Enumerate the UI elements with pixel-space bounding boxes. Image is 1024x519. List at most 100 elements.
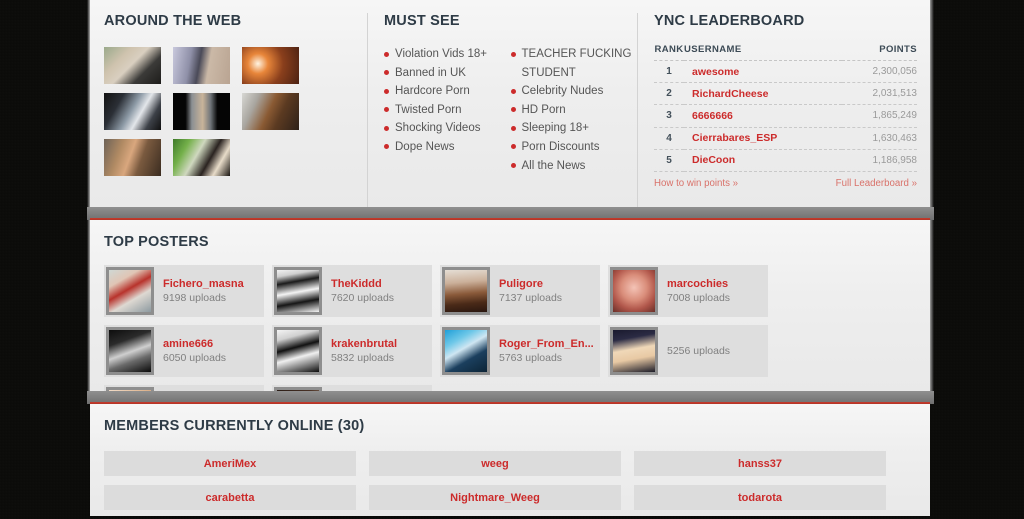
leaderboard-rank: 2 bbox=[654, 82, 684, 106]
panel-separator bbox=[87, 391, 934, 404]
leaderboard-footer-links: How to win points » Full Leaderboard » bbox=[654, 178, 917, 189]
table-row[interactable]: 5 DieCoon 1,186,958 bbox=[654, 149, 917, 172]
thumbnail-3[interactable] bbox=[242, 47, 299, 84]
poster-uploads: 7137 uploads bbox=[499, 291, 563, 304]
content-column: AROUND THE WEB MUST SEE Violation Vids 1… bbox=[87, 0, 934, 519]
avatar[interactable] bbox=[610, 327, 658, 375]
list-item[interactable]: TheKiddd 7620 uploads bbox=[272, 265, 432, 317]
full-leaderboard-link[interactable]: Full Leaderboard » bbox=[836, 178, 917, 189]
must-see-item[interactable]: Twisted Porn bbox=[384, 101, 511, 120]
list-item[interactable]: weeg bbox=[369, 451, 621, 476]
thumbnail-6[interactable] bbox=[242, 93, 299, 130]
avatar[interactable] bbox=[106, 327, 154, 375]
must-see-item[interactable]: TEACHER FUCKING bbox=[510, 45, 638, 64]
list-item[interactable]: Roger_From_En... 5763 uploads bbox=[440, 325, 600, 377]
must-see-item[interactable]: HD Porn bbox=[510, 101, 638, 120]
poster-username[interactable]: krakenbrutal bbox=[331, 337, 397, 351]
must-see-item[interactable]: All the News bbox=[510, 157, 638, 176]
poster-uploads: 6050 uploads bbox=[163, 351, 227, 364]
leaderboard-points: 1,630,463 bbox=[841, 127, 917, 150]
top-posters-title: TOP POSTERS bbox=[104, 234, 209, 250]
leaderboard-username[interactable]: RichardCheese bbox=[684, 82, 842, 106]
leaderboard-points: 1,865,249 bbox=[841, 104, 917, 128]
must-see-item[interactable]: Hardcore Porn bbox=[384, 82, 511, 101]
table-row[interactable]: 2 RichardCheese 2,031,513 bbox=[654, 82, 917, 106]
poster-username[interactable]: marcochies bbox=[667, 277, 730, 291]
leaderboard-username[interactable]: awesome bbox=[684, 60, 842, 84]
list-item[interactable]: 5256 uploads bbox=[608, 325, 768, 377]
table-row[interactable]: 4 Cierrabares_ESP 1,630,463 bbox=[654, 127, 917, 150]
thumbnail-1[interactable] bbox=[104, 47, 161, 84]
poster-meta: krakenbrutal 5832 uploads bbox=[322, 337, 397, 366]
list-item[interactable]: hanss37 bbox=[634, 451, 886, 476]
member-username: carabetta bbox=[205, 491, 255, 504]
poster-username[interactable]: TheKiddd bbox=[331, 277, 394, 291]
thumbnail-2[interactable] bbox=[173, 47, 230, 84]
thumbnail-8[interactable] bbox=[173, 139, 230, 176]
list-item[interactable]: Puligore 7137 uploads bbox=[440, 265, 600, 317]
leaderboard-rank: 4 bbox=[654, 127, 684, 150]
member-username: hanss37 bbox=[737, 457, 783, 470]
thumbnail-4[interactable] bbox=[104, 93, 161, 130]
panel-separator bbox=[87, 207, 934, 220]
around-the-web-section: AROUND THE WEB bbox=[90, 13, 367, 207]
thumbnail-5[interactable] bbox=[173, 93, 230, 130]
table-row[interactable]: 3 6666666 1,865,249 bbox=[654, 104, 917, 128]
avatar[interactable] bbox=[274, 327, 322, 375]
panel-around-must-leaderboard: AROUND THE WEB MUST SEE Violation Vids 1… bbox=[87, 0, 934, 207]
list-item[interactable]: Nightmare_Weeg bbox=[369, 485, 621, 510]
must-see-item[interactable]: Violation Vids 18+ bbox=[384, 45, 511, 64]
poster-uploads: 7008 uploads bbox=[667, 291, 731, 304]
list-item[interactable]: AmeriMex bbox=[104, 451, 356, 476]
must-see-item[interactable]: Shocking Videos bbox=[384, 119, 511, 138]
around-the-web-title: AROUND THE WEB bbox=[104, 13, 242, 29]
must-see-item[interactable]: Celebrity Nudes bbox=[510, 82, 638, 101]
avatar[interactable] bbox=[610, 267, 658, 315]
must-see-section: MUST SEE Violation Vids 18+ Banned in UK… bbox=[367, 13, 637, 207]
ync-leaderboard-section: YNC LEADERBOARD RANK USERNAME POINTS 1 a… bbox=[637, 13, 930, 207]
leaderboard-username[interactable]: 6666666 bbox=[684, 104, 842, 128]
must-see-item[interactable]: Porn Discounts bbox=[510, 138, 638, 157]
must-see-item[interactable]: Banned in UK bbox=[384, 64, 511, 83]
leaderboard-header-points: POINTS bbox=[841, 44, 917, 61]
table-row[interactable]: 1 awesome 2,300,056 bbox=[654, 60, 917, 84]
avatar[interactable] bbox=[442, 267, 490, 315]
leaderboard-header-rank: RANK bbox=[654, 44, 684, 61]
panel-members-online: MEMBERS CURRENTLY ONLINE (30) AmeriMex w… bbox=[90, 404, 930, 516]
member-username: Nightmare_Weeg bbox=[450, 491, 540, 504]
avatar[interactable] bbox=[106, 267, 154, 315]
member-username: todarota bbox=[738, 491, 782, 504]
panel-top-posters: TOP POSTERS Fichero_masna 9198 uploads T… bbox=[87, 220, 934, 437]
ync-leaderboard-title: YNC LEADERBOARD bbox=[654, 13, 805, 29]
how-to-win-points-link[interactable]: How to win points » bbox=[654, 178, 738, 189]
leaderboard-rank: 5 bbox=[654, 149, 684, 172]
leaderboard-username[interactable]: DieCoon bbox=[684, 149, 842, 172]
list-item[interactable]: krakenbrutal 5832 uploads bbox=[272, 325, 432, 377]
must-see-item-continuation[interactable]: STUDENT bbox=[511, 64, 638, 83]
poster-username[interactable]: amine666 bbox=[163, 337, 226, 351]
leaderboard-rank: 3 bbox=[654, 104, 684, 128]
must-see-list-left: Violation Vids 18+ Banned in UK Hardcore… bbox=[384, 45, 511, 175]
leaderboard-header-username: USERNAME bbox=[684, 44, 842, 61]
poster-username[interactable]: Fichero_masna bbox=[163, 277, 244, 291]
poster-username[interactable]: Roger_From_En... bbox=[499, 337, 594, 351]
poster-username[interactable]: Puligore bbox=[499, 277, 562, 291]
leaderboard-points: 1,186,958 bbox=[841, 149, 917, 172]
must-see-title: MUST SEE bbox=[384, 13, 460, 29]
avatar[interactable] bbox=[442, 327, 490, 375]
thumbnail-7[interactable] bbox=[104, 139, 161, 176]
list-item[interactable]: marcochies 7008 uploads bbox=[608, 265, 768, 317]
must-see-list-right: TEACHER FUCKING STUDENT Celebrity Nudes … bbox=[510, 45, 638, 176]
leaderboard-username[interactable]: Cierrabares_ESP bbox=[684, 127, 842, 150]
list-item[interactable]: Fichero_masna 9198 uploads bbox=[104, 265, 264, 317]
poster-uploads: 7620 uploads bbox=[331, 291, 395, 304]
poster-uploads: 5832 uploads bbox=[331, 351, 395, 364]
list-item[interactable]: carabetta bbox=[104, 485, 356, 510]
list-item[interactable]: todarota bbox=[634, 485, 886, 510]
must-see-item[interactable]: Sleeping 18+ bbox=[510, 119, 638, 138]
list-item[interactable]: amine666 6050 uploads bbox=[104, 325, 264, 377]
poster-meta: Roger_From_En... 5763 uploads bbox=[490, 337, 594, 366]
avatar[interactable] bbox=[274, 267, 322, 315]
around-the-web-thumbnail-grid bbox=[104, 47, 367, 176]
must-see-item[interactable]: Dope News bbox=[384, 138, 511, 157]
